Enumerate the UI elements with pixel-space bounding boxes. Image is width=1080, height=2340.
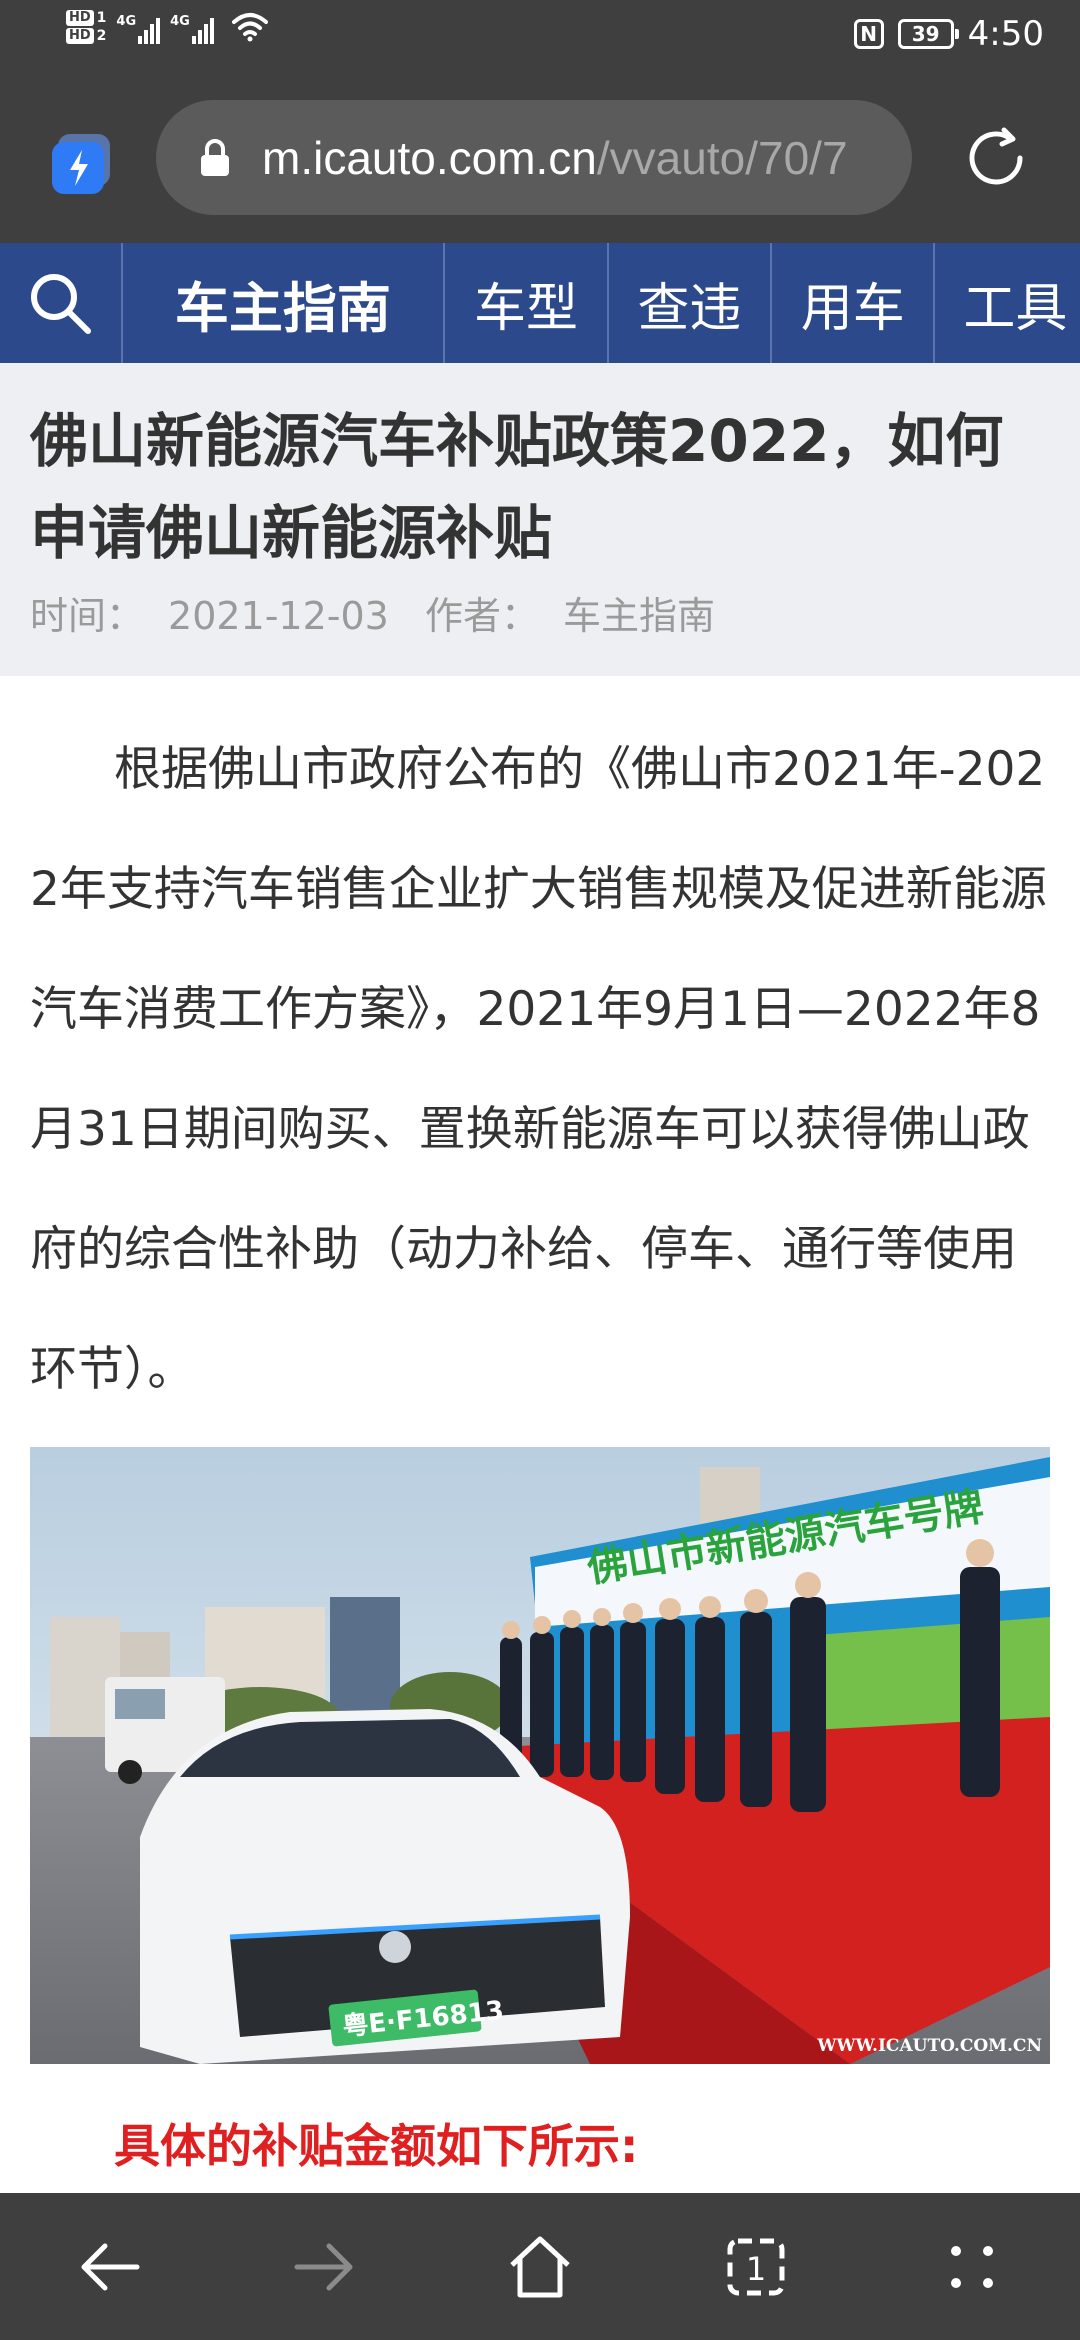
url-host: m.icauto.com.cn	[262, 131, 597, 184]
hd1-badge: HD	[66, 10, 94, 26]
hd1-number: 1	[96, 10, 107, 26]
battery-level: 39	[911, 22, 940, 46]
url-text: m.icauto.com.cn/vvauto/70/7	[262, 131, 848, 185]
url-path: /vvauto/70/7	[596, 131, 848, 184]
network-type-2: 4G	[170, 14, 190, 29]
hd2-number: 2	[96, 28, 107, 44]
menu-dots-icon	[951, 2245, 993, 2288]
wifi-icon	[231, 13, 268, 42]
time-label: 时间：	[30, 594, 145, 638]
menu-button[interactable]	[892, 2193, 1052, 2340]
forward-arrow-icon	[294, 2243, 353, 2290]
hd-indicators: HD 1 HD 2	[66, 10, 106, 44]
tab-count: 1	[746, 2250, 766, 2288]
time-field: 时间： 2021-12-03	[30, 594, 389, 638]
photo-illustration: 佛山市新能源汽车号牌 粤E·F16813	[30, 1447, 1050, 2064]
nfc-icon: N	[853, 19, 884, 49]
nav-brand[interactable]: 车主指南	[123, 243, 446, 363]
system-indicators: N 39 4:50	[853, 14, 1044, 54]
article-title: 佛山新能源汽车补贴政策2022，如何申请佛山新能源补贴	[30, 407, 1004, 567]
home-icon	[510, 2236, 570, 2297]
signal-icon: 4G	[116, 10, 161, 44]
nav-search-button[interactable]	[0, 243, 123, 363]
nav-item-violations[interactable]: 查违	[609, 243, 773, 363]
back-arrow-icon	[81, 2243, 140, 2290]
address-row: m.icauto.com.cn/vvauto/70/7	[0, 100, 1080, 220]
search-icon	[31, 274, 92, 334]
article-meta: 时间： 2021-12-03 作者： 车主指南	[30, 585, 715, 640]
signal-icon-2: 4G	[170, 10, 214, 44]
forward-button[interactable]	[244, 2193, 404, 2340]
nav-item-tools[interactable]: 工具	[935, 243, 1080, 363]
lightning-icon[interactable]	[48, 130, 116, 198]
address-bar[interactable]: m.icauto.com.cn/vvauto/70/7	[156, 100, 912, 215]
tabs-icon: 1	[727, 2238, 785, 2295]
network-indicators: HD 1 HD 2 4G 4G	[66, 10, 268, 44]
battery-icon: 39	[897, 19, 959, 49]
site-nav: 车主指南 车型 查违 用车 工具	[0, 243, 1080, 363]
reload-icon[interactable]	[960, 122, 1032, 194]
browser-chrome: HD 1 HD 2 4G 4G N 39 4:50 m.icauto.com.c…	[0, 0, 1080, 243]
author-label: 作者：	[424, 594, 539, 638]
back-button[interactable]	[30, 2193, 190, 2340]
nav-item-models[interactable]: 车型	[445, 243, 609, 363]
article-header: 佛山新能源汽车补贴政策2022，如何申请佛山新能源补贴 时间： 2021-12-0…	[0, 363, 1080, 676]
article-photo: 佛山市新能源汽车号牌 粤E·F16813 WWW.ICAUTO.COM.CN	[30, 1447, 1050, 2064]
clock: 4:50	[967, 14, 1044, 54]
lock-icon	[201, 138, 229, 176]
bottom-nav: 1	[0, 2193, 1080, 2340]
status-bar: HD 1 HD 2 4G 4G N 39 4:50	[0, 0, 1080, 80]
publish-date: 2021-12-03	[168, 594, 389, 638]
photo-watermark: WWW.ICAUTO.COM.CN	[817, 2036, 1042, 2056]
home-button[interactable]	[460, 2193, 620, 2340]
subsidy-subheading: 具体的补贴金额如下所示:	[114, 2119, 639, 2173]
author-name: 车主指南	[562, 594, 715, 638]
article-paragraph: 根据佛山市政府公布的《佛山市2021年-2022年支持汽车销售企业扩大销售规模及…	[30, 742, 1047, 1397]
nav-item-car-use[interactable]: 用车	[772, 243, 936, 363]
author-field: 作者： 车主指南	[425, 594, 715, 638]
hd2-badge: HD	[66, 28, 94, 44]
network-type-1: 4G	[116, 14, 137, 29]
tabs-button[interactable]: 1	[676, 2193, 836, 2340]
